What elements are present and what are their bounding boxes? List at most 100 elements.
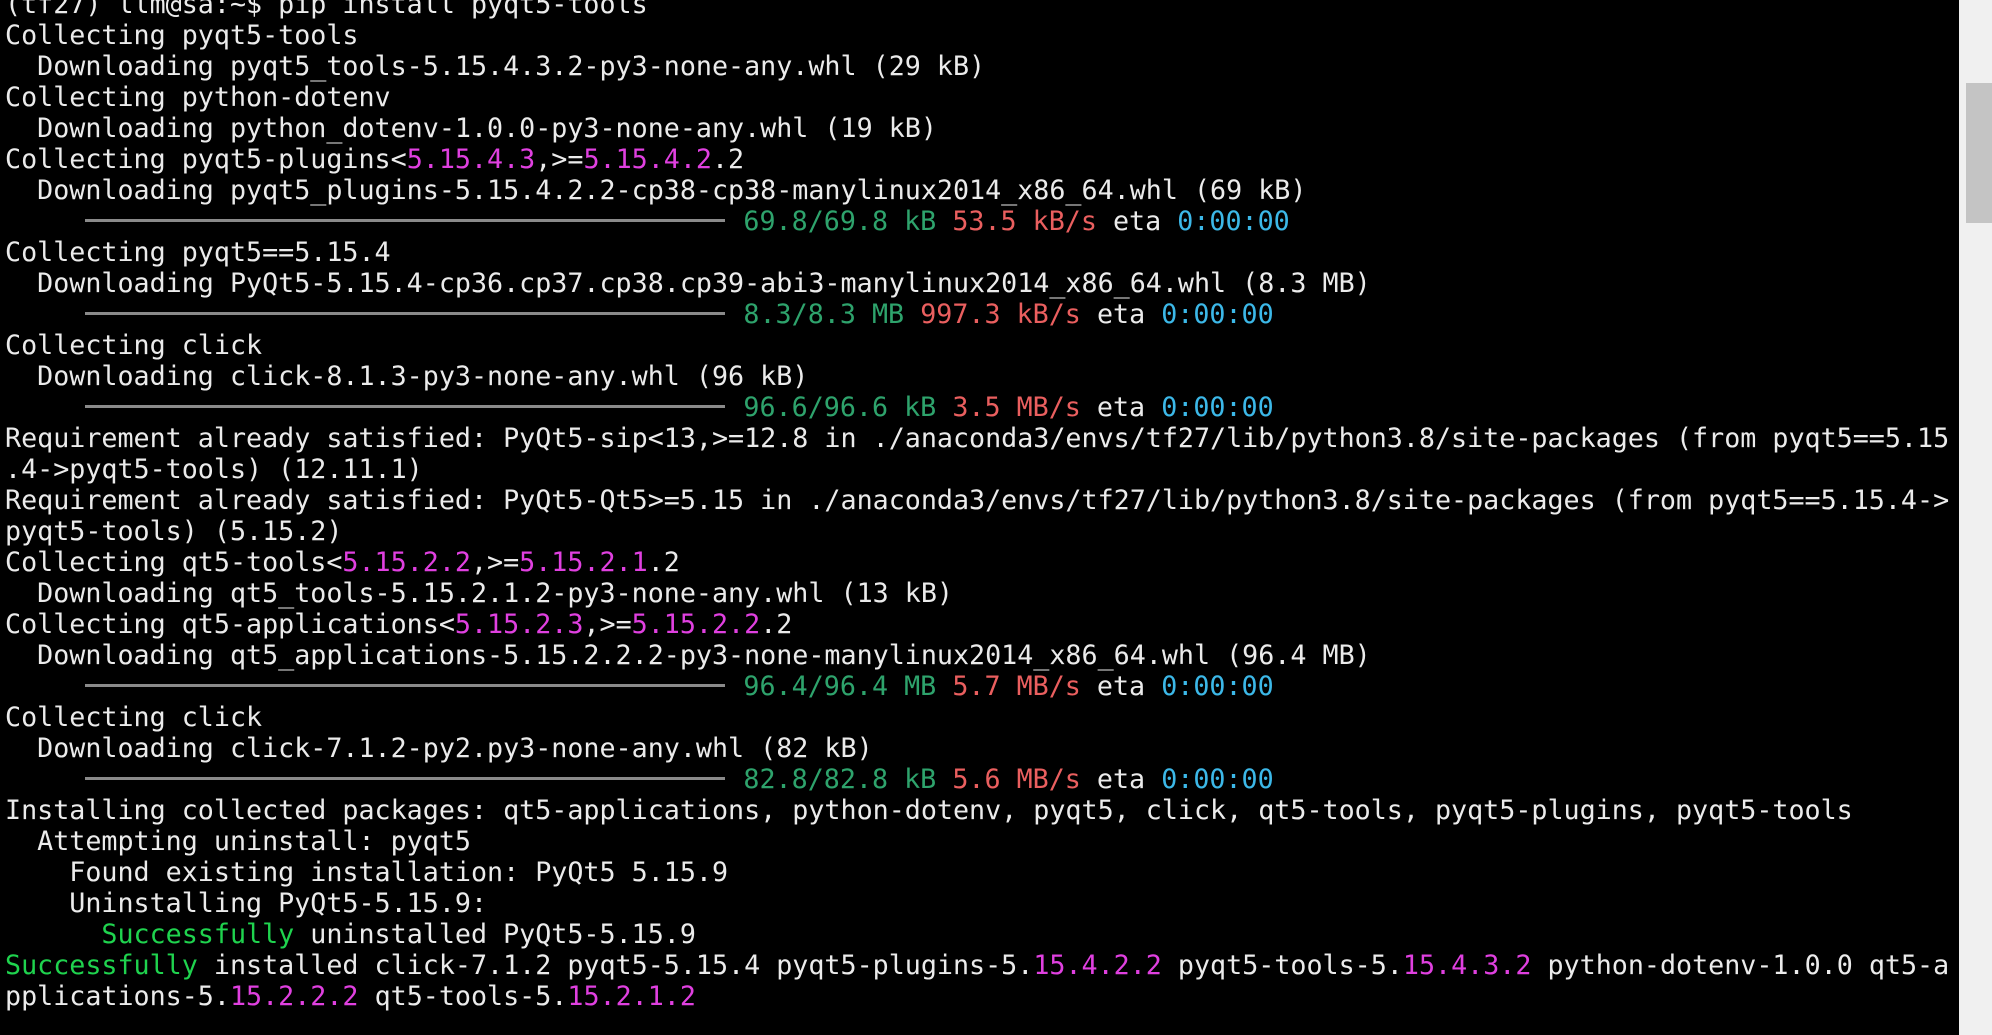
terminal-line: Collecting qt5-applications<5.15.2.3,>=5… [5,609,1955,640]
terminal-text-segment: Attempting uninstall: pyqt5 [5,826,471,857]
terminal-text-segment: .4->pyqt5-tools) (12.11.1) [5,454,423,485]
download-progress-bar [85,312,726,315]
terminal-text-segment: 8.3/8.3 MB [743,299,905,330]
terminal-text-segment: Collecting qt5-tools< [5,547,343,578]
terminal-text-segment: ,>= [535,144,584,175]
terminal-text-segment: eta [1080,764,1162,795]
terminal-line: Downloading click-8.1.3-py3-none-any.whl… [5,361,1955,392]
terminal-line: Downloading qt5_applications-5.15.2.2.2-… [5,640,1955,671]
terminal-text-segment: Downloading click-8.1.3-py3-none-any.whl… [5,361,809,392]
terminal-text-segment: Collecting click [5,330,263,361]
terminal-line: Collecting pyqt5-plugins<5.15.4.3,>=5.15… [5,144,1955,175]
terminal-text-segment: 5.6 MB/s [952,764,1081,795]
terminal-line: Collecting qt5-tools<5.15.2.2,>=5.15.2.1… [5,547,1955,578]
terminal-line: 96.4/96.4 MB 5.7 MB/s eta 0:00:00 [5,671,1955,702]
download-progress-bar [85,684,726,687]
terminal-text-segment: Downloading click-7.1.2-py2.py3-none-any… [5,733,873,764]
terminal-line: .4->pyqt5-tools) (12.11.1) [5,454,1955,485]
terminal-text-segment: eta [1096,206,1178,237]
terminal-window[interactable]: (tf27) llm@sa:~$ pip install pyqt5-tools… [0,0,1992,1035]
terminal-text-segment: Downloading qt5_applications-5.15.2.2.2-… [5,640,1371,671]
terminal-text-segment: Requirement already satisfied: PyQt5-Qt5… [5,485,1950,516]
terminal-line: Found existing installation: PyQt5 5.15.… [5,857,1955,888]
terminal-text-segment: (tf27) llm@sa:~$ pip install pyqt5-tools [5,0,648,20]
terminal-output: (tf27) llm@sa:~$ pip install pyqt5-tools… [5,0,1955,1012]
terminal-text-segment: 96.6/96.6 kB [743,392,937,423]
terminal-line: pyqt5-tools) (5.15.2) [5,516,1955,547]
terminal-text-segment: Found existing installation: PyQt5 5.15.… [5,857,729,888]
terminal-line: Uninstalling PyQt5-5.15.9: [5,888,1955,919]
terminal-text-segment: Collecting qt5-applications< [5,609,455,640]
terminal-text-segment: Requirement already satisfied: PyQt5-sip… [5,423,1950,454]
terminal-text-segment: pyqt5-tools-5. [1161,950,1403,981]
terminal-text-segment: 53.5 kB/s [952,206,1097,237]
terminal-text-segment: eta [1080,392,1162,423]
terminal-line: Collecting python-dotenv [5,82,1955,113]
terminal-line: pplications-5.15.2.2.2 qt5-tools-5.15.2.… [5,981,1955,1012]
terminal-text-segment: 5.7 MB/s [952,671,1081,702]
terminal-text-segment: 5.15.4.3 [406,144,536,175]
terminal-text-segment: Collecting pyqt5-plugins< [5,144,407,175]
terminal-text-segment: .2 [760,609,793,640]
terminal-line: 8.3/8.3 MB 997.3 kB/s eta 0:00:00 [5,299,1955,330]
terminal-line: Installing collected packages: qt5-appli… [5,795,1955,826]
terminal-text-segment: 82.8/82.8 kB [743,764,937,795]
terminal-line: Collecting click [5,330,1955,361]
scrollbar-thumb[interactable] [1966,83,1992,223]
terminal-line: Requirement already satisfied: PyQt5-Qt5… [5,485,1955,516]
terminal-text-segment: uninstalled PyQt5-5.15.9 [294,919,696,950]
terminal-line: Collecting pyqt5==5.15.4 [5,237,1955,268]
download-progress-bar [85,405,726,408]
terminal-text-segment: 0:00:00 [1161,764,1274,795]
terminal-text-segment: 5.15.2.2 [631,609,761,640]
terminal-text-segment: qt5-tools-5. [358,981,568,1012]
terminal-line: Collecting pyqt5-tools [5,20,1955,51]
terminal-text-segment: 15.2.2.2 [229,981,359,1012]
terminal-line: 69.8/69.8 kB 53.5 kB/s eta 0:00:00 [5,206,1955,237]
terminal-text-segment: 0:00:00 [1161,392,1274,423]
terminal-text-segment: Successfully [101,919,295,950]
terminal-text-segment: pplications-5. [5,981,230,1012]
terminal-text-segment: ,>= [583,609,632,640]
terminal-line: Successfully installed click-7.1.2 pyqt5… [5,950,1955,981]
terminal-text-segment: 69.8/69.8 kB [743,206,937,237]
terminal-text-segment: .2 [647,547,680,578]
terminal-text-segment: eta [1080,299,1162,330]
terminal-text-segment: 0:00:00 [1177,206,1290,237]
terminal-text-segment: Downloading PyQt5-5.15.4-cp36.cp37.cp38.… [5,268,1371,299]
terminal-text-segment: 5.15.4.2 [583,144,712,175]
terminal-text-segment: 15.2.1.2 [567,981,696,1012]
terminal-text-segment: 96.4/96.4 MB [743,671,937,702]
vertical-scrollbar[interactable] [1959,0,1992,1035]
terminal-line: Downloading python_dotenv-1.0.0-py3-none… [5,113,1955,144]
terminal-text-segment: installed click-7.1.2 pyqt5-5.15.4 pyqt5… [197,950,1034,981]
terminal-text-segment: 15.4.3.2 [1402,950,1532,981]
terminal-text-segment: 0:00:00 [1161,671,1274,702]
terminal-text-segment: Downloading qt5_tools-5.15.2.1.2-py3-non… [5,578,953,609]
terminal-text-segment: Installing collected packages: qt5-appli… [5,795,1853,826]
terminal-text-segment: python-dotenv-1.0.0 qt5-a [1531,950,1950,981]
terminal-text-segment: 997.3 kB/s [920,299,1081,330]
terminal-text-segment: 0:00:00 [1161,299,1274,330]
terminal-line: 82.8/82.8 kB 5.6 MB/s eta 0:00:00 [5,764,1955,795]
terminal-text-segment: 5.15.2.3 [454,609,584,640]
terminal-text-segment: 15.4.2.2 [1033,950,1162,981]
terminal-text-segment: Collecting python-dotenv [5,82,391,113]
terminal-text-segment: Downloading python_dotenv-1.0.0-py3-none… [5,113,937,144]
terminal-line: Downloading click-7.1.2-py2.py3-none-any… [5,733,1955,764]
terminal-line: Downloading qt5_tools-5.15.2.1.2-py3-non… [5,578,1955,609]
terminal-text-segment: Downloading pyqt5_plugins-5.15.4.2.2-cp3… [5,175,1307,206]
terminal-text-segment: Uninstalling PyQt5-5.15.9: [5,888,488,919]
download-progress-bar [85,777,726,780]
